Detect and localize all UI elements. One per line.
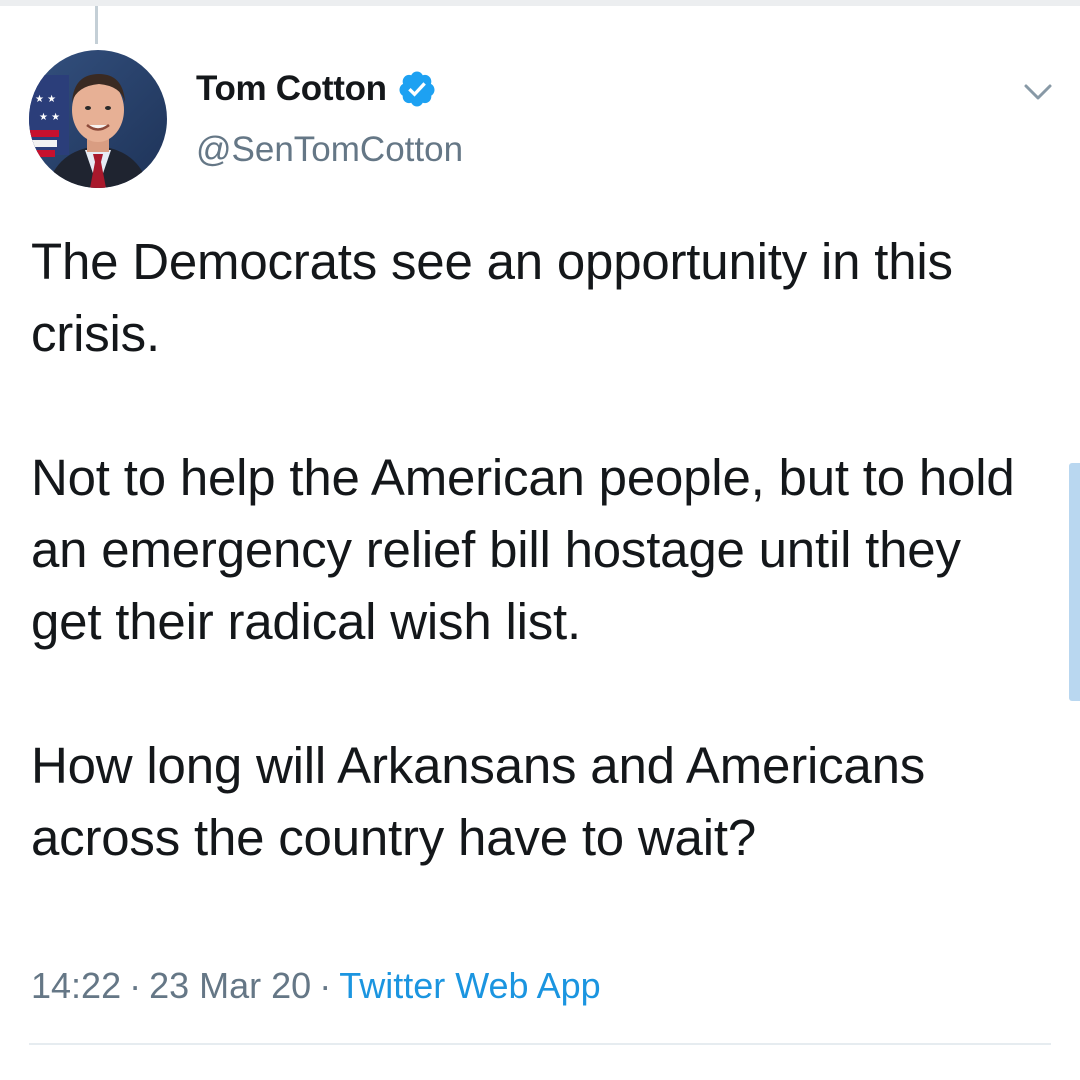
tweet-time[interactable]: 14:22 — [31, 965, 121, 1006]
svg-text:★ ★: ★ ★ — [39, 112, 60, 123]
tweet-metadata: 14:22 · 23 Mar 20 · Twitter Web App — [31, 965, 601, 1007]
tweet-paragraph: Not to help the American people, but to … — [31, 449, 1015, 650]
tweet-paragraph: The Democrats see an opportunity in this… — [31, 233, 953, 362]
top-border — [0, 0, 1080, 6]
meta-separator: · — [319, 965, 332, 1006]
author-name-row[interactable]: Tom Cotton — [196, 67, 437, 111]
tweet-text: The Democrats see an opportunity in this… — [31, 226, 1041, 874]
scrollbar-thumb[interactable] — [1069, 463, 1080, 701]
avatar[interactable]: ★ ★ ★ ★ — [29, 50, 167, 188]
bottom-divider — [29, 1043, 1051, 1045]
verified-badge-icon — [397, 69, 437, 109]
tweet-date[interactable]: 23 Mar 20 — [149, 965, 311, 1006]
avatar-photo: ★ ★ ★ ★ — [29, 50, 167, 188]
tweet-source-link[interactable]: Twitter Web App — [339, 965, 600, 1006]
chevron-down-icon[interactable] — [1018, 72, 1058, 112]
author-handle[interactable]: @SenTomCotton — [196, 130, 463, 170]
thread-connector-line — [95, 6, 98, 44]
meta-separator: · — [129, 965, 142, 1006]
display-name[interactable]: Tom Cotton — [196, 69, 387, 109]
svg-text:★ ★: ★ ★ — [35, 94, 56, 105]
tweet-paragraph: How long will Arkansans and Americans ac… — [31, 737, 926, 866]
